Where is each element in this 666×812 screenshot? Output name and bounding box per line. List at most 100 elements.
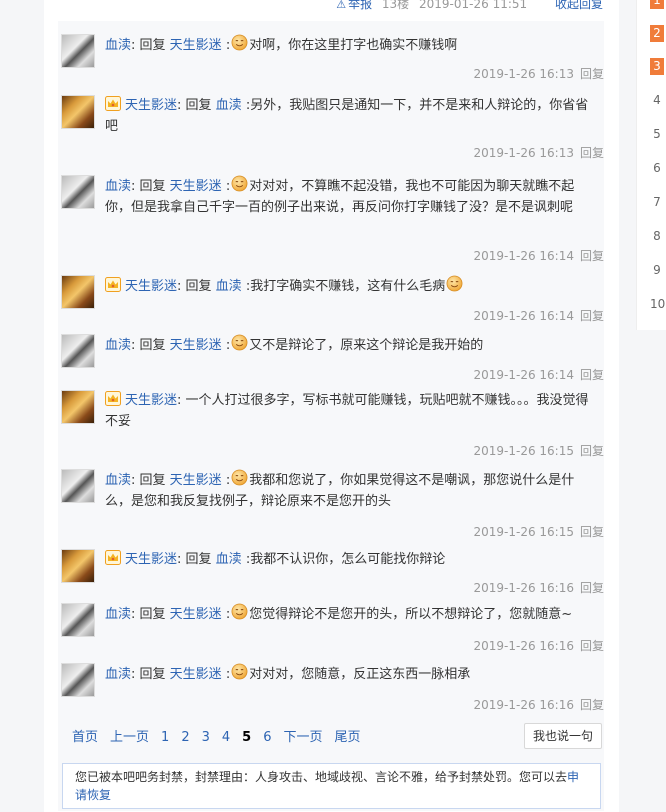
floor-nav-item[interactable]: 4 bbox=[650, 92, 664, 109]
reply-content: 血渎: 回复 天生影迷 : 对对对，您随意，反正这东西一脉相承 bbox=[105, 663, 600, 685]
reply-time: 2019-1-26 16:16 bbox=[473, 581, 574, 595]
page-link[interactable]: 4 bbox=[222, 730, 230, 745]
username-link[interactable]: 天生影迷 bbox=[170, 179, 222, 194]
reply-meta: 2019-1-26 16:16 回复 bbox=[473, 579, 604, 596]
username-link[interactable]: 天生影迷 bbox=[125, 393, 177, 408]
reply-time: 2019-1-26 16:16 bbox=[473, 639, 574, 653]
reply-content: 血渎: 回复 天生影迷 : 您觉得辩论不是您开的头，所以不想辩论了，您就随意~ bbox=[105, 603, 600, 625]
reply-button[interactable]: 回复 bbox=[580, 639, 604, 653]
reply-meta: 2019-1-26 16:14 回复 bbox=[473, 307, 604, 324]
avatar[interactable] bbox=[61, 549, 95, 583]
ban-notice: 您已被本吧吧务封禁，封禁理由：人身攻击、地域歧视、言论不雅，给予封禁处罚。您可以… bbox=[62, 763, 601, 809]
reply-content: 天生影迷: 回复 血渎 :另外，我贴图只是通知一下，并不是来和人辩论的，你省省吧 bbox=[105, 95, 600, 137]
username-link[interactable]: 天生影迷 bbox=[170, 667, 222, 682]
reply-item: 血渎: 回复 天生影迷 : 我都和您说了，你如果觉得这不是嘲讽，那您说什么是什么，… bbox=[58, 469, 604, 541]
floor-nav-item[interactable]: 1 bbox=[650, 0, 664, 9]
avatar[interactable] bbox=[61, 603, 95, 637]
report-label: 举报 bbox=[348, 0, 373, 11]
reply-time: 2019-1-26 16:13 bbox=[473, 146, 574, 160]
username-link[interactable]: 天生影迷 bbox=[125, 552, 177, 567]
username-link[interactable]: 天生影迷 bbox=[170, 338, 222, 353]
floor-nav-item[interactable]: 3 bbox=[650, 58, 664, 75]
reply-text: : bbox=[221, 38, 231, 53]
page-link[interactable]: 3 bbox=[202, 730, 210, 745]
reply-meta: 2019-1-26 16:16 回复 bbox=[473, 696, 604, 713]
avatar[interactable] bbox=[61, 175, 95, 209]
username-link[interactable]: 血渎 bbox=[105, 473, 131, 488]
reply-button[interactable]: 回复 bbox=[580, 309, 604, 323]
username-link[interactable]: 血渎 bbox=[216, 98, 242, 113]
smile-emoji-icon bbox=[231, 663, 248, 680]
page-link[interactable]: 1 bbox=[161, 730, 169, 745]
reply-button[interactable]: 回复 bbox=[580, 525, 604, 539]
reply-text: :我打字确实不赚钱，这有什么毛病 bbox=[241, 279, 446, 294]
reply-time: 2019-1-26 16:14 bbox=[473, 368, 574, 382]
reply-text: : bbox=[221, 667, 231, 682]
say-something-button[interactable]: 我也说一句 bbox=[524, 723, 602, 749]
page-link[interactable]: 尾页 bbox=[335, 730, 361, 745]
collapse-replies-link[interactable]: 收起回复 bbox=[555, 0, 603, 11]
username-link[interactable]: 天生影迷 bbox=[125, 98, 177, 113]
floor-label: 13楼 bbox=[381, 0, 410, 11]
avatar[interactable] bbox=[61, 390, 95, 424]
username-link[interactable]: 天生影迷 bbox=[170, 607, 222, 622]
floor-nav-item[interactable]: 7 bbox=[650, 194, 664, 211]
username-link[interactable]: 血渎 bbox=[105, 338, 131, 353]
reply-time: 2019-1-26 16:15 bbox=[473, 525, 574, 539]
reply-button[interactable]: 回复 bbox=[580, 368, 604, 382]
reply-item: 天生影迷: 回复 血渎 :另外，我贴图只是通知一下，并不是来和人辩论的，你省省吧… bbox=[58, 95, 604, 162]
avatar[interactable] bbox=[61, 334, 95, 368]
floor-nav-item[interactable]: 6 bbox=[650, 160, 664, 177]
username-link[interactable]: 血渎 bbox=[105, 607, 131, 622]
reply-button[interactable]: 回复 bbox=[580, 444, 604, 458]
reply-button[interactable]: 回复 bbox=[580, 67, 604, 81]
floor-nav-item[interactable]: 2 bbox=[650, 25, 664, 42]
floor-nav-item[interactable]: 9 bbox=[650, 262, 664, 279]
reply-item: 天生影迷: 一个人打过很多字，写标书就可能赚钱，玩贴吧就不赚钱。。。我没觉得不妥… bbox=[58, 390, 604, 460]
page-link[interactable]: 下一页 bbox=[283, 730, 322, 745]
reply-content: 血渎: 回复 天生影迷 : 对对对，不算瞧不起没错，我也不可能因为聊天就瞧不起你，… bbox=[105, 175, 600, 218]
post-datetime: 2019-01-26 11:51 bbox=[419, 0, 528, 11]
reply-time: 2019-1-26 16:13 bbox=[473, 67, 574, 81]
username-link[interactable]: 血渎 bbox=[105, 38, 131, 53]
username-link[interactable]: 血渎 bbox=[216, 552, 242, 567]
username-link[interactable]: 血渎 bbox=[216, 279, 242, 294]
username-link[interactable]: 天生影迷 bbox=[125, 279, 177, 294]
page-link[interactable]: 6 bbox=[263, 730, 271, 745]
report-link[interactable]: ⚠ 举报 bbox=[330, 0, 372, 11]
reply-item: 天生影迷: 回复 血渎 :我都不认识你，怎么可能找你辩论 2019-1-26 16… bbox=[58, 549, 604, 597]
reply-list: 血渎: 回复 天生影迷 : 对啊，你在这里打字也确实不赚钱啊 2019-1-26 1… bbox=[58, 21, 604, 811]
reply-meta: 2019-1-26 16:13 回复 bbox=[473, 65, 604, 82]
page-link[interactable]: 2 bbox=[181, 730, 189, 745]
reply-text: 您觉得辩论不是您开的头，所以不想辩论了，您就随意~ bbox=[249, 607, 573, 622]
page-link[interactable]: 首页 bbox=[72, 730, 98, 745]
avatar[interactable] bbox=[61, 469, 95, 503]
reply-button[interactable]: 回复 bbox=[580, 698, 604, 712]
avatar[interactable] bbox=[61, 663, 95, 697]
username-link[interactable]: 血渎 bbox=[105, 179, 131, 194]
reply-button[interactable]: 回复 bbox=[580, 146, 604, 160]
avatar[interactable] bbox=[61, 275, 95, 309]
floor-nav-item[interactable]: 8 bbox=[650, 228, 664, 245]
username-link[interactable]: 血渎 bbox=[105, 667, 131, 682]
reply-time: 2019-1-26 16:14 bbox=[473, 249, 574, 263]
vip-crown-icon bbox=[105, 96, 121, 111]
ban-notice-text: 您已被本吧吧务封禁，封禁理由：人身攻击、地域歧视、言论不雅，给予封禁处罚。您可以… bbox=[75, 770, 568, 784]
reply-button[interactable]: 回复 bbox=[580, 249, 604, 263]
vip-crown-icon bbox=[105, 391, 121, 406]
reply-item: 血渎: 回复 天生影迷 : 对啊，你在这里打字也确实不赚钱啊 2019-1-26 1… bbox=[58, 34, 604, 83]
reply-content: 天生影迷: 回复 血渎 :我打字确实不赚钱，这有什么毛病 bbox=[105, 275, 600, 297]
reply-text: : 回复 bbox=[131, 179, 170, 194]
username-link[interactable]: 天生影迷 bbox=[170, 473, 222, 488]
smile-emoji-icon bbox=[446, 275, 463, 292]
reply-text: : 回复 bbox=[131, 473, 170, 488]
username-link[interactable]: 天生影迷 bbox=[170, 38, 222, 53]
floor-nav-item[interactable]: 5 bbox=[650, 126, 664, 143]
floor-nav-item[interactable]: 10 bbox=[650, 296, 665, 313]
page-link[interactable]: 上一页 bbox=[110, 730, 149, 745]
avatar[interactable] bbox=[61, 34, 95, 68]
reply-text: : 回复 bbox=[177, 552, 216, 567]
reply-button[interactable]: 回复 bbox=[580, 581, 604, 595]
reply-item: 血渎: 回复 天生影迷 : 对对对，您随意，反正这东西一脉相承 2019-1-26 … bbox=[58, 663, 604, 714]
avatar[interactable] bbox=[61, 95, 95, 129]
